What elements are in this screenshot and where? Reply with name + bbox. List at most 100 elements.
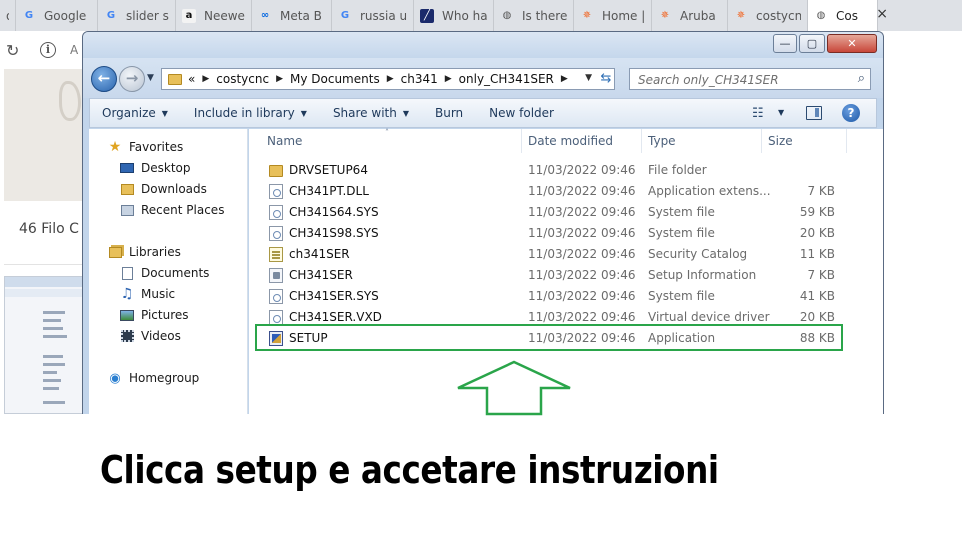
command-burn-button[interactable]: Burn bbox=[423, 106, 477, 120]
browser-tab[interactable]: ✵ Aruba bbox=[652, 0, 728, 31]
browser-tab[interactable]: ╱ Who ha bbox=[414, 0, 494, 31]
nav-music[interactable]: ♫ Music bbox=[119, 286, 175, 302]
file-row[interactable]: ch341SER 11/03/2022 09:46 Security Catalog… bbox=[257, 244, 847, 265]
explorer-thumbnail-image[interactable] bbox=[4, 276, 84, 414]
breadcrumb-chevron-icon[interactable]: ▶ bbox=[276, 74, 283, 84]
browser-tab-title: Is there bbox=[522, 8, 567, 23]
file-size: 7 KB bbox=[807, 268, 835, 282]
close-window-button[interactable]: ✕ bbox=[827, 34, 877, 53]
nav-videos[interactable]: Videos bbox=[119, 329, 181, 343]
search-icon[interactable]: ⌕ bbox=[858, 71, 865, 86]
command-share-with-button[interactable]: Share with ▼ bbox=[321, 106, 423, 120]
reload-icon[interactable]: ↻ bbox=[6, 41, 19, 60]
file-name: CH341PT.DLL bbox=[289, 184, 369, 198]
nav-libraries[interactable]: Libraries bbox=[107, 245, 181, 259]
browser-tab[interactable]: or bbox=[0, 0, 16, 31]
minimize-button[interactable]: — bbox=[773, 34, 797, 53]
column-separator[interactable] bbox=[521, 129, 522, 153]
nav-desktop[interactable]: Desktop bbox=[119, 161, 191, 175]
nav-label: Videos bbox=[141, 329, 181, 343]
site-info-icon[interactable]: i bbox=[40, 42, 56, 58]
preview-pane-icon[interactable] bbox=[806, 106, 822, 120]
column-headers: Name ˄ Date modified Type Size bbox=[249, 128, 883, 153]
thumbnail-title-bar bbox=[5, 277, 83, 287]
file-row[interactable]: CH341S64.SYS 11/03/2022 09:46 System file 5… bbox=[257, 202, 847, 223]
command-label: New folder bbox=[489, 106, 554, 120]
help-icon[interactable]: ? bbox=[842, 104, 860, 122]
browser-address-fragment[interactable]: A bbox=[70, 43, 78, 57]
browser-tab[interactable]: ✵ costycn bbox=[728, 0, 808, 31]
nav-recent-places[interactable]: Recent Places bbox=[119, 203, 224, 217]
file-row[interactable]: DRVSETUP64 11/03/2022 09:46 File folder bbox=[257, 160, 847, 181]
file-size: 11 KB bbox=[799, 247, 835, 261]
command-organize-button[interactable]: Organize ▼ bbox=[90, 106, 182, 120]
downloads-folder-icon bbox=[119, 182, 135, 196]
forward-button[interactable]: → bbox=[119, 66, 145, 92]
browser-tab[interactable]: G Google bbox=[16, 0, 98, 31]
breadcrumb-chevron-icon[interactable]: ▶ bbox=[445, 74, 452, 84]
breadcrumb-chevron-icon[interactable]: ▶ bbox=[202, 74, 209, 84]
thumbnail-nav-line bbox=[43, 327, 63, 330]
nav-label: Downloads bbox=[141, 182, 207, 196]
sort-ascending-icon: ˄ bbox=[385, 128, 389, 137]
thumbnail-nav-line bbox=[43, 401, 65, 404]
change-view-icon[interactable]: ☷ bbox=[752, 106, 764, 121]
nav-downloads[interactable]: Downloads bbox=[119, 182, 207, 196]
browser-tab-title: costycn bbox=[756, 8, 801, 23]
view-dropdown-icon[interactable]: ▼ bbox=[778, 108, 784, 117]
browser-tab[interactable]: ◍ Is there bbox=[494, 0, 574, 31]
breadcrumb-chevron-icon[interactable]: ▶ bbox=[387, 74, 394, 84]
column-header-date[interactable]: Date modified bbox=[528, 134, 613, 148]
file-size: 7 KB bbox=[807, 184, 835, 198]
column-header-size[interactable]: Size bbox=[768, 134, 793, 148]
folder-icon bbox=[168, 73, 182, 85]
command-label: Organize bbox=[102, 106, 156, 120]
tab-close-icon[interactable]: × bbox=[876, 6, 888, 22]
command-new-folder-button[interactable]: New folder bbox=[477, 106, 568, 120]
product-photo[interactable] bbox=[4, 69, 84, 201]
nav-favorites[interactable]: ★ Favorites bbox=[107, 139, 184, 155]
nav-homegroup[interactable]: ◉ Homegroup bbox=[107, 371, 200, 386]
browser-tab[interactable]: Grussia u bbox=[332, 0, 414, 31]
file-date-modified: 11/03/2022 09:46 bbox=[528, 310, 636, 324]
thumbnail-nav-line bbox=[43, 311, 65, 314]
browser-tab[interactable]: Gslider s bbox=[98, 0, 176, 31]
file-row[interactable]: CH341SER 11/03/2022 09:46 Setup Informatio… bbox=[257, 265, 847, 286]
refresh-icon[interactable]: ⇆ bbox=[597, 68, 615, 90]
file-type: File folder bbox=[648, 163, 707, 177]
search-input[interactable]: Search only_CH341SER ⌕ bbox=[629, 68, 871, 90]
column-separator[interactable] bbox=[846, 129, 847, 153]
address-bar[interactable]: «▶ costycnc ▶ My Documents ▶ ch341 ▶ only_CH341… bbox=[161, 68, 615, 90]
breadcrumb-item[interactable]: only_CH341SER ▶ bbox=[459, 72, 575, 86]
maximize-button[interactable]: ▢ bbox=[799, 34, 825, 53]
nav-pictures[interactable]: Pictures bbox=[119, 308, 189, 322]
product-card-title[interactable]: 46 Filo C bbox=[19, 221, 79, 237]
command-include-in-library-button[interactable]: Include in library ▼ bbox=[182, 106, 321, 120]
breadcrumb-label: My Documents bbox=[290, 72, 380, 86]
breadcrumb-item[interactable]: costycnc ▶ bbox=[216, 72, 290, 86]
breadcrumb-item[interactable]: ch341 ▶ bbox=[401, 72, 459, 86]
back-button[interactable]: ← bbox=[91, 66, 117, 92]
address-history-dropdown-icon[interactable]: ▼ bbox=[585, 73, 592, 83]
file-name: CH341S64.SYS bbox=[289, 205, 379, 219]
breadcrumb-item[interactable]: My Documents ▶ bbox=[290, 72, 401, 86]
recent-pages-dropdown-icon[interactable]: ▼ bbox=[147, 73, 154, 83]
browser-tab[interactable]: ✵ Home | bbox=[574, 0, 652, 31]
file-row[interactable]: CH341PT.DLL 11/03/2022 09:46 Application e… bbox=[257, 181, 847, 202]
browser-tab[interactable]: a Neewe bbox=[176, 0, 252, 31]
column-separator[interactable] bbox=[641, 129, 642, 153]
breadcrumb-overflow[interactable]: «▶ bbox=[188, 72, 216, 86]
browser-tab[interactable]: ◍ Cos bbox=[808, 0, 878, 31]
nav-documents[interactable]: Documents bbox=[119, 266, 209, 280]
column-header-name[interactable]: Name bbox=[267, 134, 302, 148]
libraries-icon bbox=[107, 245, 123, 259]
window-title-bar[interactable]: — ▢ ✕ bbox=[83, 32, 883, 58]
nav-label: Homegroup bbox=[129, 371, 200, 385]
news-icon: ╱ bbox=[420, 8, 434, 23]
file-row[interactable]: CH341S98.SYS 11/03/2022 09:46 System file 2… bbox=[257, 223, 847, 244]
column-header-type[interactable]: Type bbox=[648, 134, 676, 148]
file-row[interactable]: CH341SER.SYS 11/03/2022 09:46 System file 4… bbox=[257, 286, 847, 307]
column-separator[interactable] bbox=[761, 129, 762, 153]
browser-tab[interactable]: ∞ Meta B bbox=[252, 0, 332, 31]
breadcrumb-chevron-icon[interactable]: ▶ bbox=[561, 74, 568, 84]
